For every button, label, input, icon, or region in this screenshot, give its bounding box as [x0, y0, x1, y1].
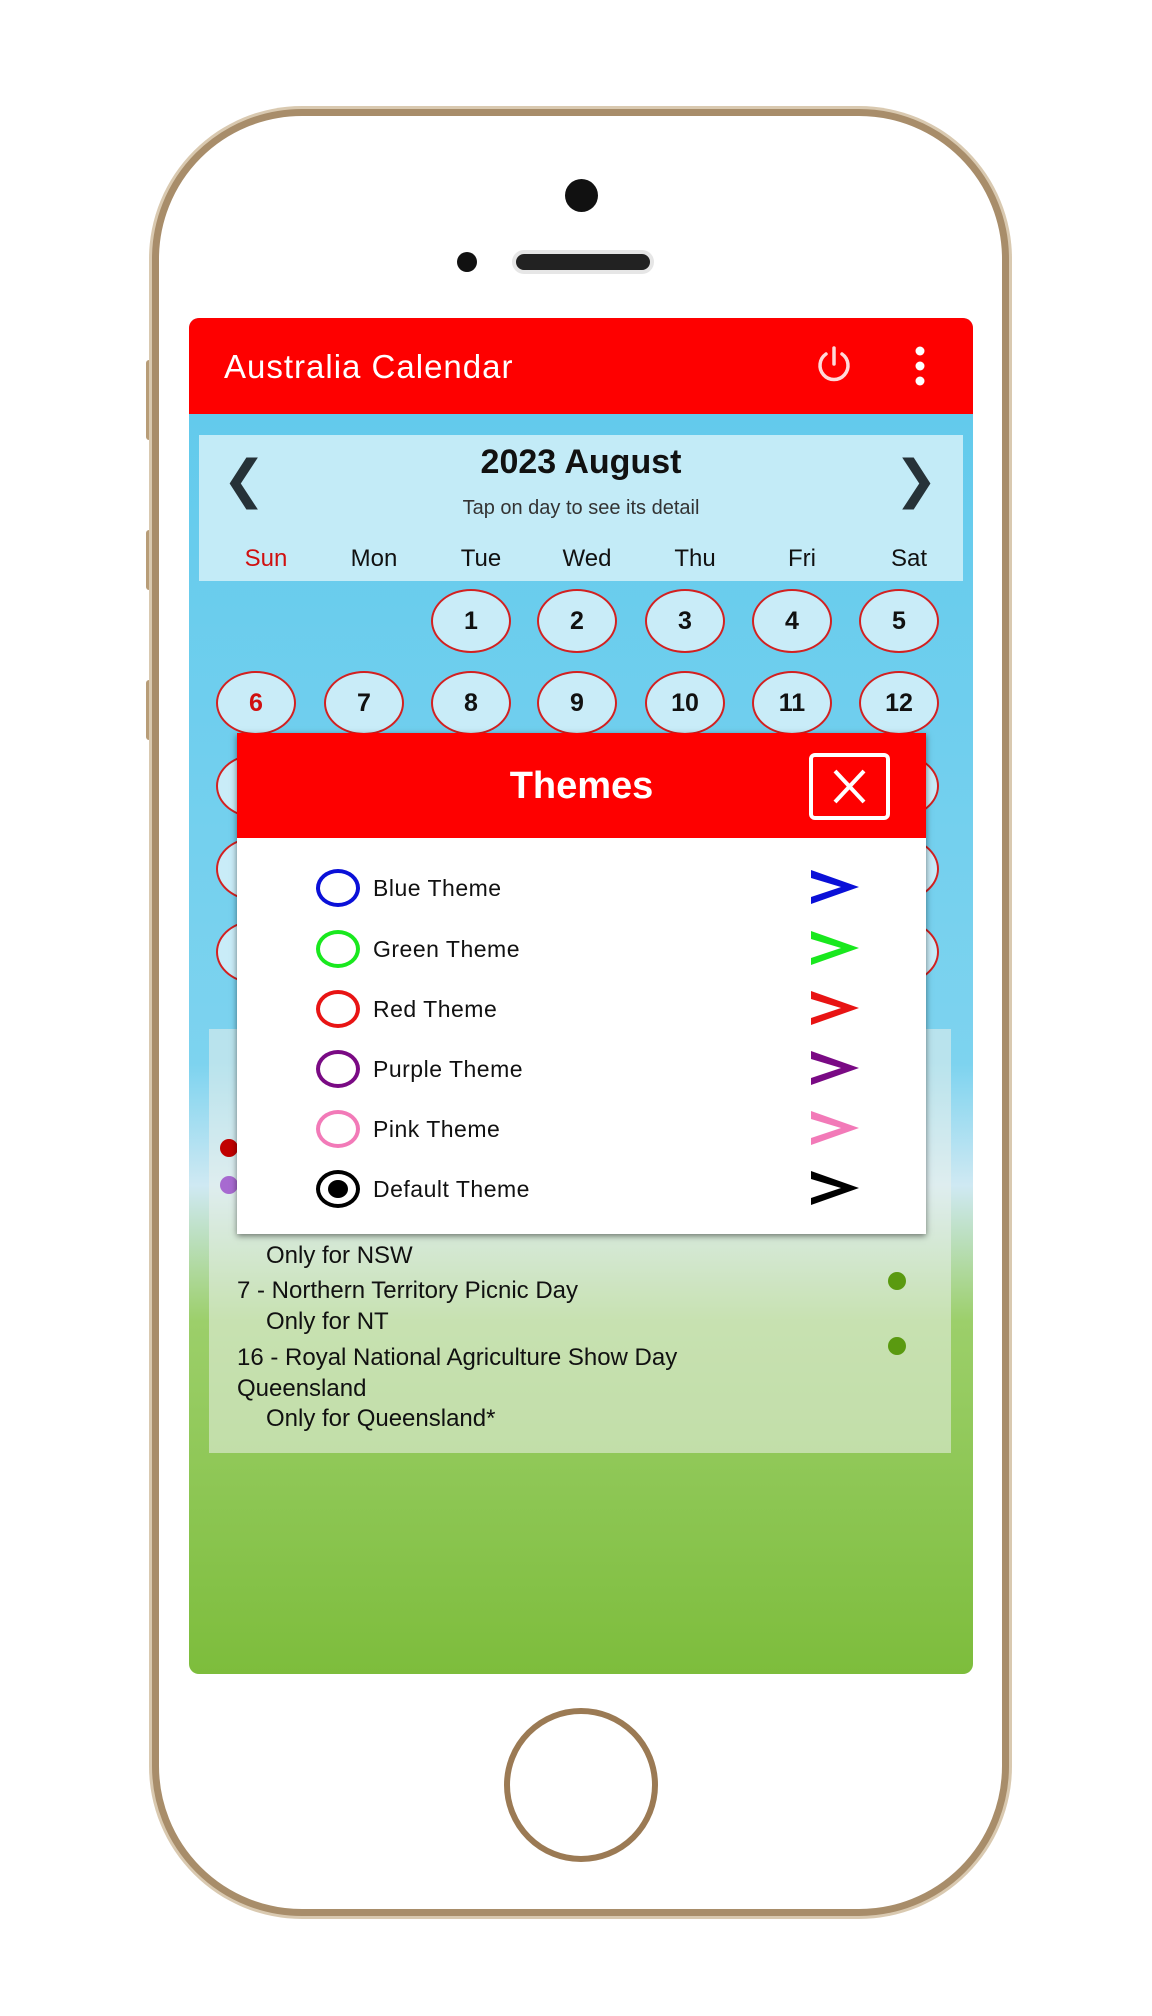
- app-title: Australia Calendar: [224, 348, 514, 385]
- theme-option[interactable]: Default Theme: [237, 1167, 926, 1217]
- holiday-note: Only for NSW: [266, 1242, 413, 1269]
- weekday-label: Thu: [674, 545, 716, 572]
- radio-button[interactable]: [316, 930, 360, 968]
- weekday-label: Tue: [460, 545, 502, 572]
- send-arrow-icon[interactable]: [811, 1111, 859, 1145]
- radio-button[interactable]: [316, 869, 360, 907]
- holiday-dot: [888, 1337, 906, 1355]
- theme-label: Red Theme: [373, 996, 498, 1022]
- holiday-dot: [220, 1176, 238, 1194]
- theme-option[interactable]: Purple Theme: [237, 1047, 926, 1097]
- app-bar: Australia Calendar: [189, 318, 973, 414]
- send-arrow-icon[interactable]: [811, 870, 859, 904]
- close-button[interactable]: [809, 753, 890, 820]
- theme-label: Blue Theme: [373, 875, 502, 901]
- day-cell[interactable]: 5: [859, 589, 939, 653]
- send-arrow-icon[interactable]: [811, 1171, 859, 1205]
- send-arrow-icon[interactable]: [811, 991, 859, 1025]
- theme-label: Green Theme: [373, 936, 520, 962]
- weekday-row: Sun Mon Tue Wed Thu Fri Sat: [199, 545, 963, 575]
- holiday-dot: [888, 1272, 906, 1290]
- weekday-label: Sat: [890, 545, 928, 572]
- dialog-header: Themes: [237, 733, 926, 838]
- day-cell[interactable]: 10: [645, 671, 725, 735]
- day-cell[interactable]: 3: [645, 589, 725, 653]
- radio-button[interactable]: [316, 1050, 360, 1088]
- day-cell[interactable]: 8: [431, 671, 511, 735]
- theme-label: Pink Theme: [373, 1116, 501, 1142]
- day-cell[interactable]: 1: [431, 589, 511, 653]
- day-cell[interactable]: 11: [752, 671, 832, 735]
- weekday-label: Fri: [788, 545, 816, 572]
- radio-button[interactable]: [316, 990, 360, 1028]
- radio-button[interactable]: [316, 1110, 360, 1148]
- theme-option[interactable]: Green Theme: [237, 927, 926, 977]
- day-cell[interactable]: 7: [324, 671, 404, 735]
- theme-option[interactable]: Pink Theme: [237, 1107, 926, 1157]
- weekday-label: Sun: [244, 545, 288, 572]
- more-vert-icon[interactable]: [915, 346, 925, 386]
- holiday-note: Only for NT: [266, 1308, 389, 1335]
- power-icon[interactable]: [814, 344, 854, 384]
- day-cell[interactable]: 2: [537, 589, 617, 653]
- holiday-item[interactable]: 7 - Northern Territory Picnic Day: [237, 1277, 578, 1305]
- holiday-item[interactable]: 16 - Royal National Agriculture Show Day: [237, 1344, 677, 1372]
- holiday-dot: [220, 1139, 238, 1157]
- radio-button[interactable]: [316, 1170, 360, 1208]
- send-arrow-icon[interactable]: [811, 931, 859, 965]
- weekday-label: Mon: [350, 545, 398, 572]
- theme-option[interactable]: Red Theme: [237, 987, 926, 1037]
- speaker: [512, 250, 654, 274]
- theme-label: Purple Theme: [373, 1056, 524, 1082]
- sensor: [457, 252, 477, 272]
- weekday-label: Wed: [562, 545, 612, 572]
- theme-label: Default Theme: [373, 1176, 530, 1202]
- month-title: 2023 August: [480, 443, 682, 481]
- camera: [565, 179, 598, 212]
- home-button[interactable]: [504, 1708, 658, 1862]
- day-cell[interactable]: 12: [859, 671, 939, 735]
- calendar-header: ❮ ❯ 2023 August Tap on day to see its de…: [199, 435, 963, 581]
- themes-dialog: Themes Blue Theme Green Theme Red Theme …: [237, 733, 926, 1234]
- holiday-item-continued: Queensland: [237, 1375, 367, 1402]
- theme-option[interactable]: Blue Theme: [237, 866, 926, 916]
- day-cell[interactable]: 9: [537, 671, 617, 735]
- hint-text: Tap on day to see its detail: [462, 497, 700, 519]
- send-arrow-icon[interactable]: [811, 1051, 859, 1085]
- day-cell[interactable]: 6: [216, 671, 296, 735]
- close-icon: [833, 769, 866, 804]
- day-cell[interactable]: 4: [752, 589, 832, 653]
- holiday-note: Only for Queensland*: [266, 1405, 496, 1432]
